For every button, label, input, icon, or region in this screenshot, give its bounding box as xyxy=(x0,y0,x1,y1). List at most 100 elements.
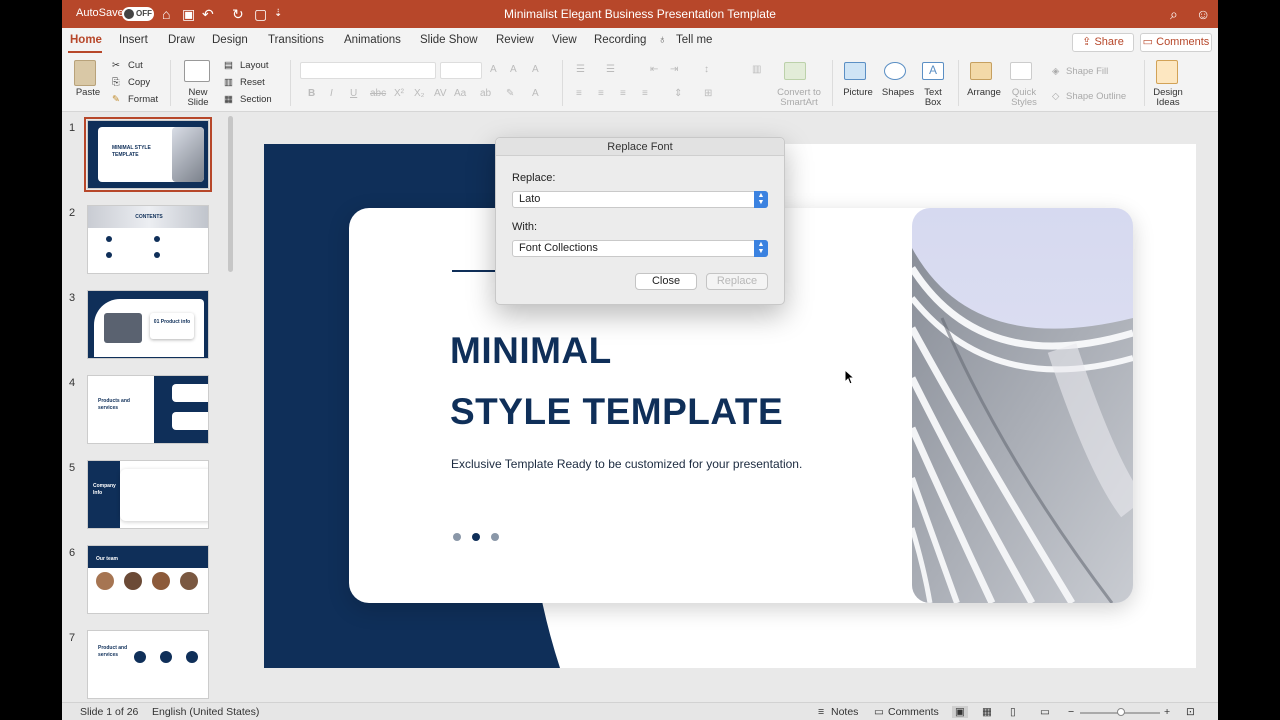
slide-subtitle[interactable]: Exclusive Template Ready to be customize… xyxy=(451,457,802,471)
slide-title-line-1[interactable]: MINIMAL xyxy=(450,330,612,372)
slide-thumbnail-5[interactable]: Company Info xyxy=(87,460,209,529)
slide-thumbnail-6[interactable]: Our team xyxy=(87,545,209,614)
copy-button[interactable]: Copy xyxy=(128,77,150,88)
font-name-box[interactable] xyxy=(300,62,436,79)
quick-styles-icon[interactable] xyxy=(1010,62,1032,80)
layout-button[interactable]: Layout xyxy=(240,60,269,71)
design-ideas-label-2[interactable]: Ideas xyxy=(1148,98,1188,108)
zoom-slider-thumb[interactable] xyxy=(1117,708,1125,716)
align-left-icon[interactable]: ≡ xyxy=(576,88,582,99)
clear-format-icon[interactable]: A xyxy=(532,64,539,75)
format-painter-icon[interactable]: ✎ xyxy=(112,94,120,105)
zoom-out-icon[interactable]: − xyxy=(1068,706,1074,718)
grow-font-icon[interactable]: A xyxy=(490,64,497,75)
subscript-icon[interactable]: X² xyxy=(394,88,404,99)
reading-view-icon[interactable]: ▯ xyxy=(1010,706,1016,718)
shape-outline-icon[interactable]: ◇ xyxy=(1052,91,1059,102)
slide-sorter-icon[interactable]: ▦ xyxy=(982,706,992,718)
paste-button[interactable]: Paste xyxy=(72,88,104,98)
slide-thumbnail-4[interactable]: Products and services xyxy=(87,375,209,444)
replace-button[interactable]: Replace xyxy=(706,273,768,290)
line-spacing-icon[interactable]: ↕ xyxy=(704,64,709,75)
zoom-in-icon[interactable]: + xyxy=(1164,706,1170,718)
slide-thumbnail-3[interactable]: 01 Product info xyxy=(87,290,209,359)
thumbnail-scrollbar[interactable] xyxy=(228,116,233,272)
tab-draw[interactable]: Draw xyxy=(168,34,195,46)
slide-thumbnail-1[interactable]: MINIMAL STYLE TEMPLATE xyxy=(84,117,212,192)
justify-icon[interactable]: ≡ xyxy=(642,88,648,99)
comments-status-button[interactable]: Comments xyxy=(888,706,939,718)
with-font-select[interactable]: Font Collections ▲ ▼ xyxy=(512,240,768,257)
tab-review[interactable]: Review xyxy=(496,34,534,46)
text-box-icon[interactable]: A xyxy=(922,62,944,80)
building-photo[interactable] xyxy=(912,208,1133,603)
superscript-icon[interactable]: X₂ xyxy=(414,88,425,99)
format-painter-button[interactable]: Format xyxy=(128,94,158,105)
notes-button[interactable]: Notes xyxy=(831,706,858,718)
tab-recording[interactable]: Recording xyxy=(594,34,646,46)
arrange-icon[interactable] xyxy=(970,62,992,80)
font-size-dropdown-icon[interactable]: ab xyxy=(480,88,491,99)
bullets-icon[interactable]: ☰ xyxy=(576,64,585,75)
quick-styles-label-2[interactable]: Styles xyxy=(1004,98,1044,108)
picture-button[interactable]: Picture xyxy=(838,88,878,98)
close-button[interactable]: Close xyxy=(635,273,697,290)
align-right-icon[interactable]: ≡ xyxy=(620,88,626,99)
tab-view[interactable]: View xyxy=(552,34,577,46)
underline-icon[interactable]: U xyxy=(350,88,357,99)
slideshow-view-icon[interactable]: ▭ xyxy=(1040,706,1050,718)
decrease-indent-icon[interactable]: ⇤ xyxy=(650,64,658,75)
slide-title-line-2[interactable]: STYLE TEMPLATE xyxy=(450,391,783,433)
shape-fill-icon[interactable]: ◈ xyxy=(1052,66,1059,77)
align-center-icon[interactable]: ≡ xyxy=(598,88,604,99)
tab-design[interactable]: Design xyxy=(212,34,248,46)
slide-thumbnail-2[interactable]: CONTENTS xyxy=(87,205,209,274)
comments-button[interactable]: ▭ Comments xyxy=(1140,33,1212,52)
smartart-icon[interactable] xyxy=(784,62,806,80)
shape-outline-button[interactable]: Shape Outline xyxy=(1066,91,1126,102)
tab-insert[interactable]: Insert xyxy=(119,34,148,46)
replace-font-select[interactable]: Lato ▲ ▼ xyxy=(512,191,768,208)
character-spacing-icon[interactable]: Aa xyxy=(454,88,466,99)
normal-view-icon[interactable]: ▣ xyxy=(952,706,968,718)
new-slide-label-2[interactable]: Slide xyxy=(182,98,214,108)
font-color-icon[interactable]: A xyxy=(532,88,539,99)
tab-home[interactable]: Home xyxy=(70,34,102,46)
section-icon[interactable]: ▦ xyxy=(224,94,233,105)
tab-animations[interactable]: Animations xyxy=(344,34,401,46)
shape-fill-button[interactable]: Shape Fill xyxy=(1066,66,1108,77)
tab-transitions[interactable]: Transitions xyxy=(268,34,324,46)
fit-to-window-icon[interactable]: ⊡ xyxy=(1186,706,1195,718)
design-ideas-icon[interactable] xyxy=(1156,60,1178,84)
account-icon[interactable]: ☺ xyxy=(1196,5,1210,23)
cut-button[interactable]: Cut xyxy=(128,60,143,71)
strikethrough-icon[interactable]: abc xyxy=(370,88,386,99)
arrange-button[interactable]: Arrange xyxy=(964,88,1004,98)
copy-icon[interactable]: ⎘ xyxy=(112,77,120,88)
italic-icon[interactable]: I xyxy=(330,88,333,99)
convert-smartart-label-2[interactable]: SmartArt xyxy=(772,98,826,108)
reset-icon[interactable]: ▥ xyxy=(224,77,233,88)
text-direction-icon[interactable]: ⇕ xyxy=(674,88,682,99)
columns-icon[interactable]: ▥ xyxy=(752,64,761,75)
font-size-box[interactable] xyxy=(440,62,482,79)
picture-icon[interactable] xyxy=(844,62,866,80)
new-slide-icon[interactable] xyxy=(184,60,210,82)
scissors-icon[interactable]: ✂ xyxy=(112,60,120,71)
shapes-icon[interactable] xyxy=(884,62,906,80)
tab-slide-show[interactable]: Slide Show xyxy=(420,34,478,46)
shrink-font-icon[interactable]: A xyxy=(510,64,517,75)
reset-button[interactable]: Reset xyxy=(240,77,265,88)
align-text-icon[interactable]: ⊞ xyxy=(704,88,712,99)
bold-icon[interactable]: B xyxy=(308,88,315,99)
shapes-button[interactable]: Shapes xyxy=(878,88,918,98)
highlight-icon[interactable]: ✎ xyxy=(506,88,514,99)
language-indicator[interactable]: English (United States) xyxy=(152,706,259,718)
section-button[interactable]: Section xyxy=(240,94,272,105)
change-case-icon[interactable]: AV xyxy=(434,88,447,99)
slide-thumbnail-7[interactable]: Product and services xyxy=(87,630,209,699)
share-button[interactable]: ⇪ Share xyxy=(1072,33,1134,52)
layout-icon[interactable]: ▤ xyxy=(224,60,233,71)
increase-indent-icon[interactable]: ⇥ xyxy=(670,64,678,75)
tell-me-search[interactable]: Tell me xyxy=(676,34,712,46)
